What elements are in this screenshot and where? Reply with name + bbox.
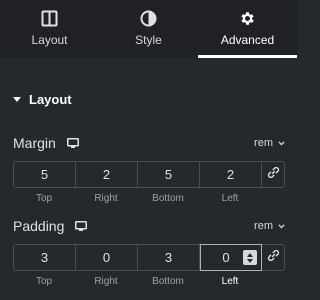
chevron-down-icon <box>278 220 285 232</box>
padding-unit-select[interactable]: rem <box>254 220 285 232</box>
link-icon <box>267 249 280 267</box>
tab-advanced-label: Advanced <box>220 33 275 47</box>
padding-bottom-label: Bottom <box>152 276 184 287</box>
section-title: Layout <box>29 92 72 107</box>
padding-sublabels: Top Right Bottom Left <box>13 276 285 287</box>
padding-link-button[interactable] <box>262 245 284 270</box>
margin-bottom-input[interactable]: 5 <box>138 162 200 187</box>
desktop-icon[interactable] <box>66 137 79 149</box>
margin-right-input[interactable]: 2 <box>76 162 138 187</box>
tab-layout[interactable]: Layout <box>0 0 99 58</box>
padding-bottom-input[interactable]: 3 <box>138 245 200 270</box>
padding-inputs: 3 0 3 0 <box>13 244 285 271</box>
padding-left-value: 0 <box>222 250 230 265</box>
caret-down-icon <box>13 97 21 102</box>
margin-unit-select[interactable]: rem <box>254 137 285 149</box>
padding-left-input[interactable]: 0 <box>200 244 262 271</box>
margin-sublabels: Top Right Bottom Left <box>13 193 285 204</box>
layout-icon <box>41 9 59 27</box>
margin-label: Margin <box>13 135 56 151</box>
link-icon <box>267 166 280 184</box>
margin-left-label: Left <box>221 193 239 204</box>
chevron-down-icon <box>278 137 285 149</box>
padding-label: Padding <box>13 218 65 234</box>
gear-icon <box>239 9 257 27</box>
padding-top-input[interactable]: 3 <box>14 245 76 270</box>
decrement-arrow-icon[interactable] <box>247 258 253 263</box>
margin-control-header: Margin rem <box>13 134 285 152</box>
padding-right-input[interactable]: 0 <box>76 245 138 270</box>
tab-style[interactable]: Style <box>99 0 198 58</box>
increment-arrow-icon[interactable] <box>247 252 253 257</box>
tab-advanced[interactable]: Advanced <box>198 0 297 58</box>
margin-inputs: 5 2 5 2 <box>13 161 285 188</box>
padding-top-label: Top <box>35 276 53 287</box>
margin-unit-value: rem <box>254 137 273 149</box>
padding-right-label: Right <box>94 276 118 287</box>
desktop-icon[interactable] <box>75 220 88 232</box>
padding-left-label: Left <box>221 276 239 287</box>
tab-layout-label: Layout <box>31 33 68 47</box>
panel-tabs: Layout Style Advanced <box>0 0 297 58</box>
margin-bottom-label: Bottom <box>152 193 184 204</box>
padding-unit-value: rem <box>254 220 273 232</box>
margin-link-button[interactable] <box>262 162 284 187</box>
half-circle-icon <box>140 9 158 27</box>
layout-section-toggle[interactable]: Layout <box>13 92 72 107</box>
margin-right-label: Right <box>94 193 118 204</box>
margin-left-input[interactable]: 2 <box>200 162 262 187</box>
number-spinner[interactable] <box>243 250 257 265</box>
padding-control-header: Padding rem <box>13 217 285 235</box>
margin-top-input[interactable]: 5 <box>14 162 76 187</box>
margin-top-label: Top <box>35 193 53 204</box>
tab-style-label: Style <box>135 33 162 47</box>
